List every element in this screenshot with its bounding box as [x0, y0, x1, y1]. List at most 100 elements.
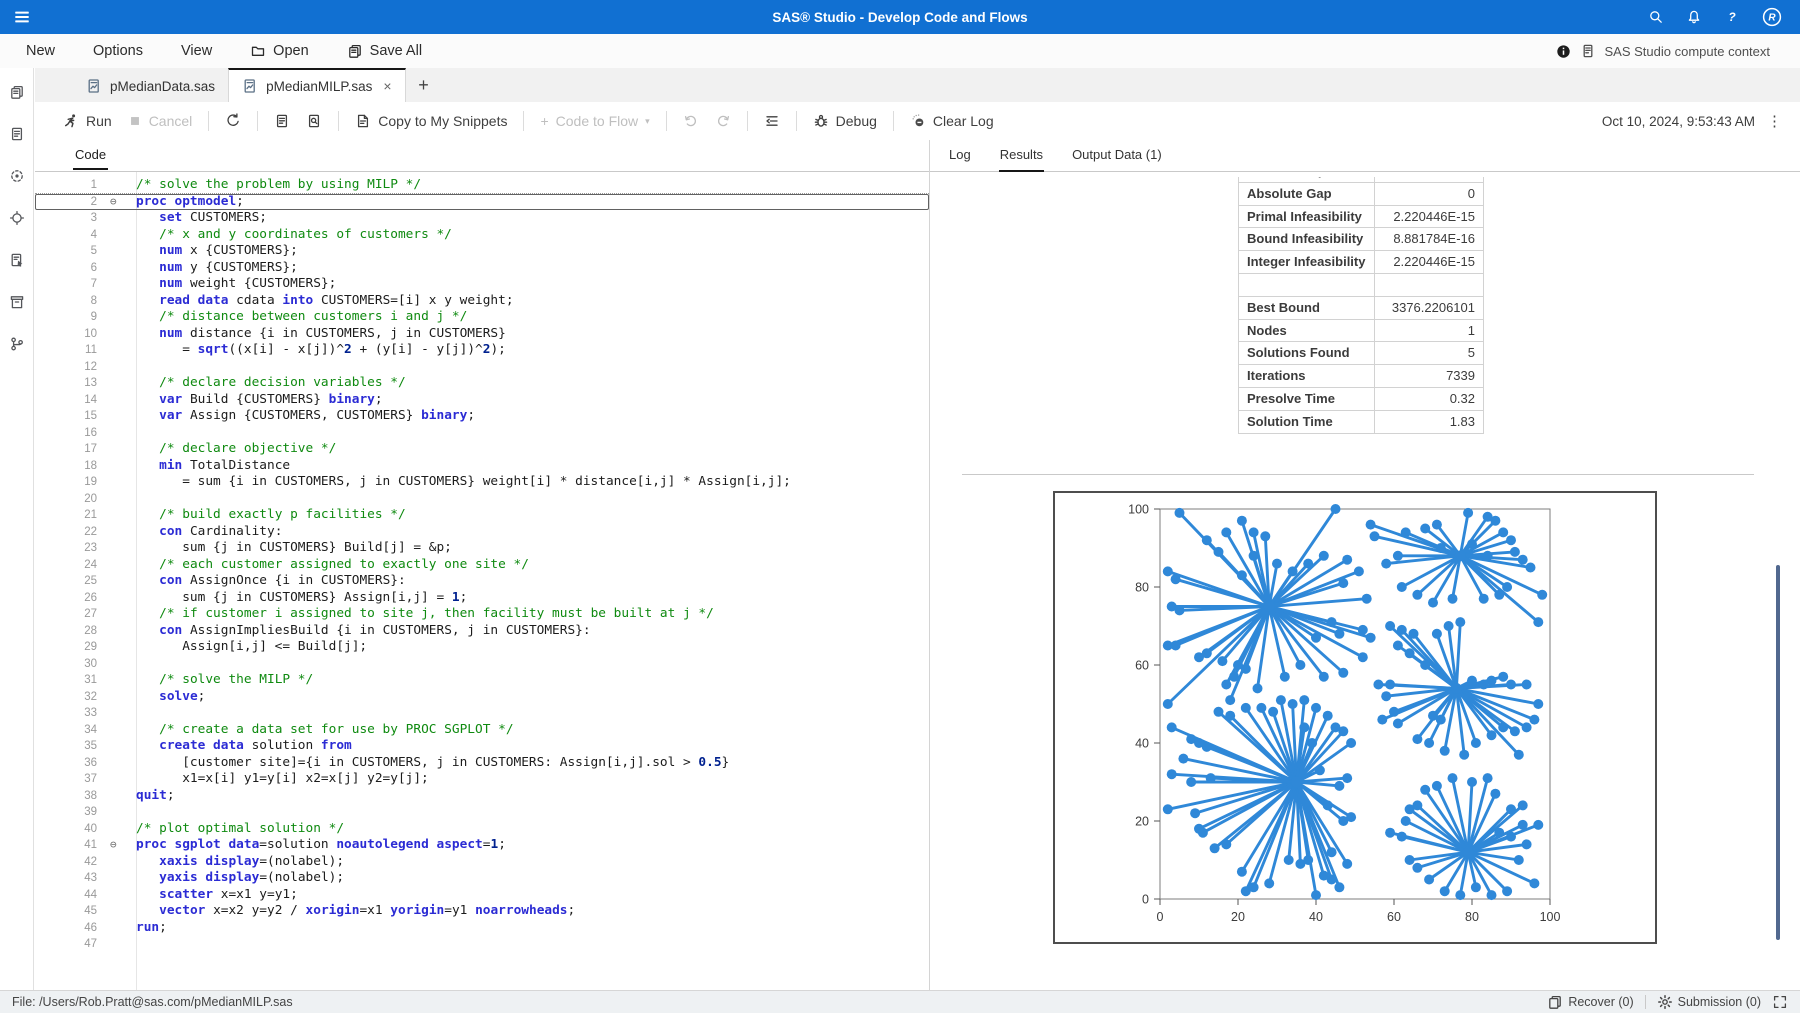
help-icon[interactable]: ?: [1724, 9, 1740, 25]
tasks-icon[interactable]: [9, 294, 25, 310]
code-line[interactable]: 2⊖proc optmodel;: [35, 194, 929, 211]
code-line[interactable]: 19 = sum {i in CUSTOMERS, j in CUSTOMERS…: [35, 474, 929, 491]
code-line[interactable]: 9 /* distance between customers i and j …: [35, 309, 929, 326]
code-line[interactable]: 34 /* create a data set for use by PROC …: [35, 722, 929, 739]
git-icon[interactable]: [9, 336, 25, 352]
redo-button[interactable]: [707, 107, 739, 135]
code-line[interactable]: 8 read data cdata into CUSTOMERS=[i] x y…: [35, 293, 929, 310]
fold-icon[interactable]: ⊖: [101, 194, 136, 211]
format-code-button[interactable]: [756, 107, 788, 135]
snippets-icon[interactable]: [9, 252, 25, 268]
sas-content-icon[interactable]: [9, 126, 25, 142]
code-line[interactable]: 4 /* x and y coordinates of customers */: [35, 227, 929, 244]
code-line[interactable]: 42 xaxis display=(nolabel);: [35, 854, 929, 871]
line-number: 17: [35, 441, 101, 458]
recover-button[interactable]: Recover (0): [1547, 994, 1633, 1010]
code-line[interactable]: 38quit;: [35, 788, 929, 805]
close-tab-icon[interactable]: ×: [383, 78, 391, 94]
code-line[interactable]: 39: [35, 804, 929, 821]
code-line[interactable]: 6 num y {CUSTOMERS};: [35, 260, 929, 277]
code-to-flow-label: Code to Flow: [556, 113, 638, 129]
code-line[interactable]: 11 = sqrt((x[i] - x[j])^2 + (y[i] - y[j]…: [35, 342, 929, 359]
code-line[interactable]: 13 /* declare decision variables */: [35, 375, 929, 392]
code-line[interactable]: 17 /* declare objective */: [35, 441, 929, 458]
compute-context-label[interactable]: SAS Studio compute context: [1605, 44, 1770, 59]
code-line[interactable]: 36 [customer site]={i in CUSTOMERS, j in…: [35, 755, 929, 772]
menu-new[interactable]: New: [0, 34, 74, 68]
results-scrollbar[interactable]: [1776, 565, 1780, 940]
code-editor[interactable]: 1/* solve the problem by using MILP */2⊖…: [35, 172, 929, 990]
code-line[interactable]: 18 min TotalDistance: [35, 458, 929, 475]
code-line[interactable]: 37 x1=x[i] y1=y[i] x2=x[j] y2=y[j];: [35, 771, 929, 788]
code-line[interactable]: 46run;: [35, 920, 929, 937]
code-line[interactable]: 14 var Build {CUSTOMERS} binary;: [35, 392, 929, 409]
notifications-icon[interactable]: [1686, 9, 1702, 25]
code-line[interactable]: 1/* solve the problem by using MILP */: [35, 177, 929, 194]
code-line[interactable]: 33: [35, 705, 929, 722]
code-line[interactable]: 5 num x {CUSTOMERS};: [35, 243, 929, 260]
code-line[interactable]: 15 var Assign {CUSTOMERS, CUSTOMERS} bin…: [35, 408, 929, 425]
code-line[interactable]: 23 sum {j in CUSTOMERS} Build[j] = &p;: [35, 540, 929, 557]
code-text: con AssignOnce {i in CUSTOMERS}:: [136, 573, 406, 590]
preview-button[interactable]: [298, 107, 330, 135]
code-line[interactable]: 22 con Cardinality:: [35, 524, 929, 541]
avatar[interactable]: R: [1762, 7, 1782, 27]
code-text: con Cardinality:: [136, 524, 282, 541]
code-line[interactable]: 24 /* each customer assigned to exactly …: [35, 557, 929, 574]
code-line[interactable]: 12: [35, 359, 929, 376]
tab-pmediandata[interactable]: pMedianData.sas: [73, 68, 228, 102]
submit-button[interactable]: [217, 107, 249, 135]
code-line[interactable]: 25 con AssignOnce {i in CUSTOMERS}:: [35, 573, 929, 590]
menu-open[interactable]: Open: [231, 34, 327, 68]
show-log-button[interactable]: [266, 107, 298, 135]
code-line[interactable]: 43 yaxis display=(nolabel);: [35, 870, 929, 887]
code-line[interactable]: 21 /* build exactly p facilities */: [35, 507, 929, 524]
expand-icon[interactable]: [1772, 994, 1788, 1010]
code-line[interactable]: 35 create data solution from: [35, 738, 929, 755]
tab-output-data[interactable]: Output Data (1): [1071, 140, 1163, 172]
submission-button[interactable]: Submission (0): [1657, 994, 1761, 1010]
open-files-icon[interactable]: [9, 84, 25, 100]
new-tab-button[interactable]: +: [406, 68, 442, 102]
code-line[interactable]: 3 set CUSTOMERS;: [35, 210, 929, 227]
tab-code[interactable]: Code: [73, 147, 108, 170]
code-line[interactable]: 16: [35, 425, 929, 442]
clear-log-button[interactable]: Clear Log: [902, 107, 1002, 135]
undo-button[interactable]: [675, 107, 707, 135]
code-line[interactable]: 28 con AssignImpliesBuild {i in CUSTOMER…: [35, 623, 929, 640]
tab-log[interactable]: Log: [948, 140, 972, 172]
code-line[interactable]: 30: [35, 656, 929, 673]
row-label: Primal Infeasibility: [1239, 206, 1375, 228]
code-line[interactable]: 31 /* solve the MILP */: [35, 672, 929, 689]
search-icon[interactable]: [1648, 9, 1664, 25]
code-line[interactable]: 10 num distance {i in CUSTOMERS, j in CU…: [35, 326, 929, 343]
code-line[interactable]: 7 num weight {CUSTOMERS};: [35, 276, 929, 293]
run-button[interactable]: Run: [55, 107, 120, 135]
libraries-icon[interactable]: [9, 210, 25, 226]
code-line[interactable]: 40/* plot optimal solution */: [35, 821, 929, 838]
code-line[interactable]: 29 Assign[i,j] <= Build[j];: [35, 639, 929, 656]
code-to-flow-button[interactable]: +Code to Flow▾: [532, 107, 657, 135]
menu-hamburger-button[interactable]: [0, 8, 44, 26]
code-line[interactable]: 41⊖proc sgplot data=solution noautolegen…: [35, 837, 929, 854]
code-line[interactable]: 20: [35, 491, 929, 508]
copy-to-snippets-button[interactable]: Copy to My Snippets: [347, 107, 515, 135]
tab-pmedianmilp[interactable]: pMedianMILP.sas ×: [228, 68, 406, 102]
menu-save-all[interactable]: Save All: [328, 34, 441, 68]
menu-view[interactable]: View: [162, 34, 231, 68]
more-options-icon[interactable]: ⋮: [1767, 112, 1782, 130]
code-line[interactable]: 45 vector x=x2 y=y2 / xorigin=x1 yorigin…: [35, 903, 929, 920]
code-line[interactable]: 27 /* if customer i assigned to site j, …: [35, 606, 929, 623]
tab-results[interactable]: Results: [999, 140, 1044, 172]
line-number: 44: [35, 887, 101, 904]
explorer-icon[interactable]: [9, 168, 25, 184]
menu-options[interactable]: Options: [74, 34, 162, 68]
code-line[interactable]: 47: [35, 936, 929, 953]
code-line[interactable]: 26 sum {j in CUSTOMERS} Assign[i,j] = 1;: [35, 590, 929, 607]
code-line[interactable]: 32 solve;: [35, 689, 929, 706]
debug-button[interactable]: Debug: [805, 107, 885, 135]
cancel-button[interactable]: Cancel: [120, 107, 201, 135]
info-icon[interactable]: [1556, 44, 1571, 59]
fold-icon[interactable]: ⊖: [101, 837, 136, 854]
code-line[interactable]: 44 scatter x=x1 y=y1;: [35, 887, 929, 904]
